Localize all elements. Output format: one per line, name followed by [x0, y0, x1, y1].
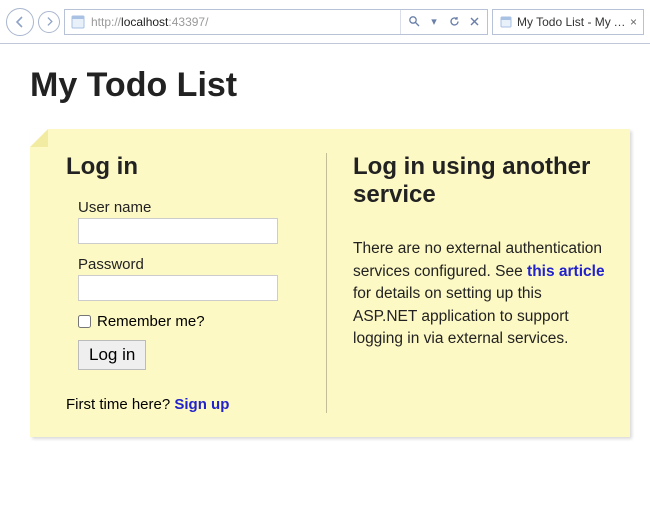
login-card: Log in User name Password Remember me? L…	[30, 129, 630, 437]
external-article-link[interactable]: this article	[527, 263, 605, 280]
external-text: There are no external authentication ser…	[353, 238, 606, 350]
search-icon[interactable]	[405, 13, 423, 31]
page-viewport: My Todo List Log in User name Password R…	[0, 44, 650, 529]
username-input[interactable]	[78, 218, 278, 244]
external-login-column: Log in using another service There are n…	[326, 153, 606, 413]
dropdown-icon[interactable]: ▾	[425, 13, 443, 31]
remember-checkbox[interactable]	[78, 315, 91, 328]
login-heading: Log in	[66, 153, 308, 181]
remember-label: Remember me?	[97, 313, 205, 330]
login-column: Log in User name Password Remember me? L…	[66, 153, 326, 413]
signup-link[interactable]: Sign up	[174, 396, 229, 413]
arrow-right-icon	[44, 16, 55, 27]
address-text: http://localhost:43397/	[91, 15, 400, 29]
browser-tab[interactable]: My Todo List - My A... ×	[492, 9, 644, 35]
page-favicon-icon	[69, 13, 87, 31]
login-button[interactable]: Log in	[78, 340, 146, 370]
username-label: User name	[78, 199, 308, 216]
signup-row: First time here? Sign up	[66, 396, 308, 413]
tab-title: My Todo List - My A...	[517, 15, 626, 29]
page-title: My Todo List	[30, 66, 642, 105]
tab-close-icon[interactable]: ×	[630, 15, 637, 29]
address-right-controls: ▾	[400, 10, 487, 34]
tab-favicon-icon	[499, 15, 513, 29]
forward-button[interactable]	[38, 11, 60, 33]
refresh-icon[interactable]	[445, 13, 463, 31]
stop-icon[interactable]	[465, 13, 483, 31]
signup-prefix: First time here?	[66, 396, 174, 413]
password-label: Password	[78, 256, 308, 273]
external-heading: Log in using another service	[353, 153, 606, 208]
browser-toolbar: http://localhost:43397/ ▾ My Todo List -…	[0, 0, 650, 44]
back-button[interactable]	[6, 8, 34, 36]
address-bar[interactable]: http://localhost:43397/ ▾	[64, 9, 488, 35]
arrow-left-icon	[13, 15, 27, 29]
password-input[interactable]	[78, 275, 278, 301]
